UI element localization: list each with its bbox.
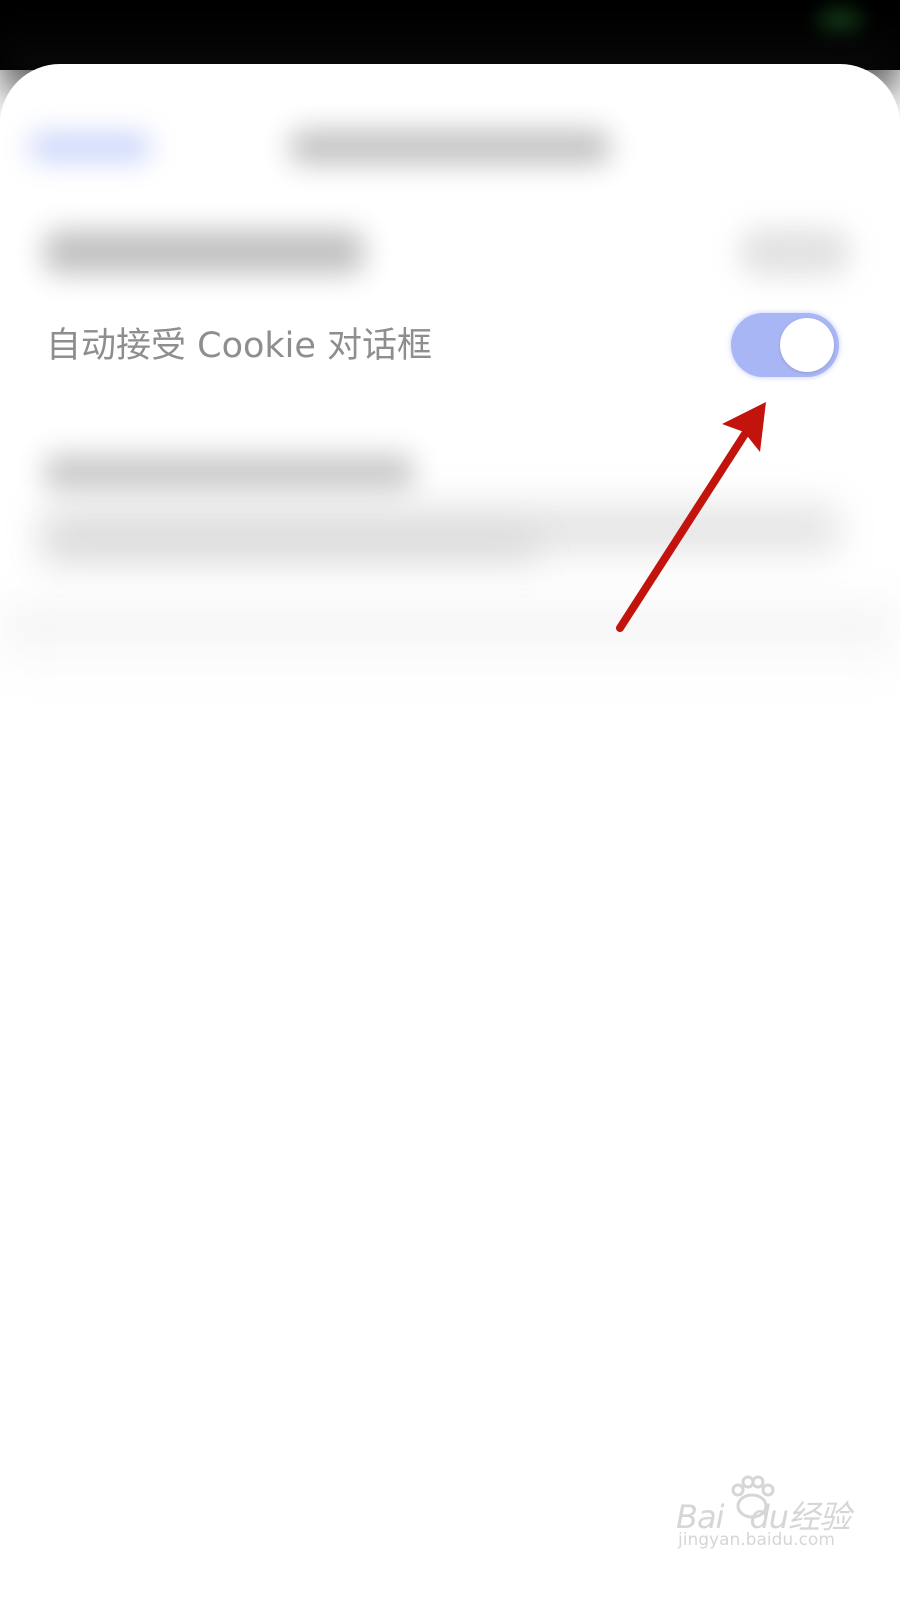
screenshot-page: 自动接受 Cookie 对话框 Bai du经验 jingyan.baidu.co… [0, 0, 900, 1600]
blurred-setting-row-label [44, 230, 364, 274]
blurred-section-description-line2 [40, 534, 540, 564]
battery-icon [820, 10, 860, 32]
blurred-setting-row-control[interactable] [740, 228, 850, 276]
toggle-knob [780, 318, 834, 372]
blurred-nav-title [290, 130, 610, 164]
blurred-section-title [44, 454, 414, 490]
blurred-back-button[interactable] [30, 134, 150, 160]
auto-accept-cookie-toggle[interactable] [731, 313, 839, 377]
baidu-jingyan-watermark: Bai du经验 jingyan.baidu.com [672, 1474, 851, 1554]
watermark-url: jingyan.baidu.com [678, 1530, 835, 1550]
blurred-card-shadow [0, 604, 900, 684]
settings-sheet [0, 64, 900, 1600]
auto-accept-cookie-label: 自动接受 Cookie 对话框 [46, 326, 433, 366]
